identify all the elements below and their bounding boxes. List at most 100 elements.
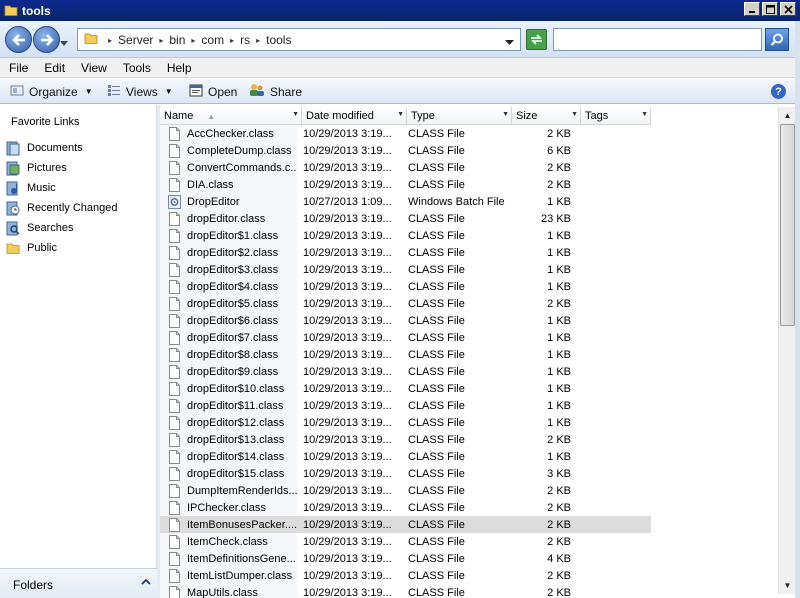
breadcrumb-rs[interactable]: rs bbox=[240, 33, 250, 47]
breadcrumb-separator-icon[interactable]: ▸ bbox=[191, 36, 195, 45]
breadcrumb-com[interactable]: com bbox=[201, 33, 224, 47]
file-row[interactable]: ConvertCommands.c... 10/29/2013 3:19... CL… bbox=[160, 159, 651, 176]
file-row[interactable]: ItemListDumper.class 10/29/2013 3:19... CL… bbox=[160, 567, 651, 584]
file-row[interactable]: DropEditor 10/27/2013 1:09... Windows Batc… bbox=[160, 193, 651, 210]
scroll-thumb[interactable] bbox=[780, 124, 795, 326]
menu-tools[interactable]: Tools bbox=[114, 61, 158, 75]
file-row[interactable]: dropEditor$7.class 10/29/2013 3:19... CLAS… bbox=[160, 329, 651, 346]
column-header-type[interactable]: Type ▼ bbox=[407, 107, 512, 125]
open-button[interactable]: Open bbox=[189, 82, 237, 101]
file-row[interactable]: dropEditor$15.class 10/29/2013 3:19... CLA… bbox=[160, 465, 651, 482]
help-button[interactable]: ? bbox=[771, 84, 786, 99]
column-header-name[interactable]: Name ▲ ▼ bbox=[160, 107, 302, 125]
file-name-cell[interactable]: dropEditor$2.class bbox=[160, 244, 297, 261]
chevron-down-icon[interactable]: ▼ bbox=[292, 111, 299, 118]
file-name-cell[interactable]: ItemListDumper.class bbox=[160, 567, 297, 584]
file-name-cell[interactable]: dropEditor.class bbox=[160, 210, 297, 227]
file-name-cell[interactable]: dropEditor$4.class bbox=[160, 278, 297, 295]
file-row[interactable]: DIA.class 10/29/2013 3:19... CLASS File 2 K… bbox=[160, 176, 651, 193]
file-row[interactable]: dropEditor$4.class 10/29/2013 3:19... CLAS… bbox=[160, 278, 651, 295]
search-box[interactable] bbox=[553, 28, 762, 51]
file-name-cell[interactable]: dropEditor$13.class bbox=[160, 431, 297, 448]
vertical-scrollbar[interactable]: ▲ ▼ bbox=[778, 107, 795, 594]
file-name-cell[interactable]: DIA.class bbox=[160, 176, 297, 193]
menu-view[interactable]: View bbox=[72, 61, 114, 75]
file-row[interactable]: IPChecker.class 10/29/2013 3:19... CLASS F… bbox=[160, 499, 651, 516]
file-name-cell[interactable]: dropEditor$9.class bbox=[160, 363, 297, 380]
back-button[interactable] bbox=[5, 26, 32, 53]
file-name-cell[interactable]: dropEditor$10.class bbox=[160, 380, 297, 397]
breadcrumb-separator-icon[interactable]: ▸ bbox=[108, 36, 112, 45]
breadcrumb-separator-icon[interactable]: ▸ bbox=[230, 36, 234, 45]
share-button[interactable]: Share bbox=[249, 82, 302, 101]
file-row[interactable]: AccChecker.class 10/29/2013 3:19... CLASS … bbox=[160, 125, 651, 142]
nav-item-searches[interactable]: Searches bbox=[4, 218, 118, 238]
refresh-button[interactable] bbox=[526, 29, 547, 50]
file-name-cell[interactable]: IPChecker.class bbox=[160, 499, 297, 516]
file-row[interactable]: dropEditor$6.class 10/29/2013 3:19... CLAS… bbox=[160, 312, 651, 329]
menu-file[interactable]: File bbox=[0, 61, 35, 75]
file-name-cell[interactable]: dropEditor$14.class bbox=[160, 448, 297, 465]
organize-button[interactable]: Organize ▼ bbox=[10, 82, 93, 101]
file-name-cell[interactable]: MapUtils.class bbox=[160, 584, 297, 598]
file-row[interactable]: dropEditor$5.class 10/29/2013 3:19... CLAS… bbox=[160, 295, 651, 312]
file-row[interactable]: DumpItemRenderIds... 10/29/2013 3:19... CL… bbox=[160, 482, 651, 499]
file-row[interactable]: ItemCheck.class 10/29/2013 3:19... CLASS F… bbox=[160, 533, 651, 550]
file-name-cell[interactable]: dropEditor$5.class bbox=[160, 295, 297, 312]
file-name-cell[interactable]: ItemCheck.class bbox=[160, 533, 297, 550]
scroll-up-button[interactable]: ▲ bbox=[779, 107, 796, 124]
search-input[interactable] bbox=[554, 29, 761, 50]
scroll-down-button[interactable]: ▼ bbox=[779, 577, 796, 594]
chevron-down-icon[interactable]: ▼ bbox=[641, 111, 648, 118]
file-name-cell[interactable]: dropEditor$8.class bbox=[160, 346, 297, 363]
file-name-cell[interactable]: dropEditor$1.class bbox=[160, 227, 297, 244]
file-row[interactable]: ItemDefinitionsGene... 10/29/2013 3:19...… bbox=[160, 550, 651, 567]
file-row[interactable]: CompleteDump.class 10/29/2013 3:19... CLAS… bbox=[160, 142, 651, 159]
breadcrumb-separator-icon[interactable]: ▸ bbox=[159, 36, 163, 45]
file-row[interactable]: dropEditor.class 10/29/2013 3:19... CLASS … bbox=[160, 210, 651, 227]
file-row[interactable]: dropEditor$13.class 10/29/2013 3:19... CLA… bbox=[160, 431, 651, 448]
menu-help[interactable]: Help bbox=[158, 61, 199, 75]
nav-item-pictures[interactable]: Pictures bbox=[4, 158, 118, 178]
breadcrumb-server[interactable]: Server bbox=[118, 33, 153, 47]
views-button[interactable]: Views ▼ bbox=[107, 82, 173, 101]
column-header-date-modified[interactable]: Date modified ▼ bbox=[302, 107, 407, 125]
file-name-cell[interactable]: dropEditor$11.class bbox=[160, 397, 297, 414]
chevron-down-icon[interactable]: ▼ bbox=[571, 111, 578, 118]
file-row[interactable]: dropEditor$11.class 10/29/2013 3:19... CLA… bbox=[160, 397, 651, 414]
file-row[interactable]: dropEditor$10.class 10/29/2013 3:19... CLA… bbox=[160, 380, 651, 397]
menu-edit[interactable]: Edit bbox=[35, 61, 72, 75]
search-button[interactable] bbox=[765, 28, 789, 51]
nav-item-public[interactable]: Public bbox=[4, 238, 118, 258]
file-name-cell[interactable]: dropEditor$15.class bbox=[160, 465, 297, 482]
nav-item-documents[interactable]: Documents bbox=[4, 138, 118, 158]
file-name-cell[interactable]: ConvertCommands.c... bbox=[160, 159, 297, 176]
recent-pages-dropdown[interactable] bbox=[60, 37, 68, 49]
address-bar[interactable]: ▸ Server ▸ bin ▸ com ▸ rs ▸ tools bbox=[77, 28, 521, 51]
file-row[interactable]: dropEditor$1.class 10/29/2013 3:19... CLAS… bbox=[160, 227, 651, 244]
file-name-cell[interactable]: DumpItemRenderIds... bbox=[160, 482, 297, 499]
minimize-button[interactable] bbox=[744, 2, 760, 16]
folders-toggle[interactable]: Folders bbox=[0, 568, 157, 598]
maximize-button[interactable] bbox=[762, 2, 778, 16]
breadcrumb-separator-icon[interactable]: ▸ bbox=[256, 36, 260, 45]
nav-item-music[interactable]: Music bbox=[4, 178, 118, 198]
column-header-size[interactable]: Size ▼ bbox=[512, 107, 581, 125]
file-name-cell[interactable]: ItemBonusesPacker.... bbox=[160, 516, 297, 533]
breadcrumb-bin[interactable]: bin bbox=[169, 33, 185, 47]
nav-item-recently-changed[interactable]: Recently Changed bbox=[4, 198, 118, 218]
file-name-cell[interactable]: dropEditor$3.class bbox=[160, 261, 297, 278]
close-button[interactable] bbox=[780, 2, 796, 16]
file-name-cell[interactable]: dropEditor$7.class bbox=[160, 329, 297, 346]
address-history-dropdown[interactable] bbox=[505, 36, 514, 48]
file-row[interactable]: dropEditor$2.class 10/29/2013 3:19... CLAS… bbox=[160, 244, 651, 261]
column-header-tags[interactable]: Tags ▼ bbox=[581, 107, 651, 125]
file-row[interactable]: ItemBonusesPacker.... 10/29/2013 3:19... C… bbox=[160, 516, 651, 533]
file-row[interactable]: MapUtils.class 10/29/2013 3:19... CLASS Fi… bbox=[160, 584, 651, 598]
file-row[interactable]: dropEditor$14.class 10/29/2013 3:19... CLA… bbox=[160, 448, 651, 465]
file-name-cell[interactable]: dropEditor$12.class bbox=[160, 414, 297, 431]
file-name-cell[interactable]: ItemDefinitionsGene... bbox=[160, 550, 297, 567]
file-name-cell[interactable]: dropEditor$6.class bbox=[160, 312, 297, 329]
file-row[interactable]: dropEditor$12.class 10/29/2013 3:19... CLA… bbox=[160, 414, 651, 431]
file-name-cell[interactable]: AccChecker.class bbox=[160, 125, 297, 142]
